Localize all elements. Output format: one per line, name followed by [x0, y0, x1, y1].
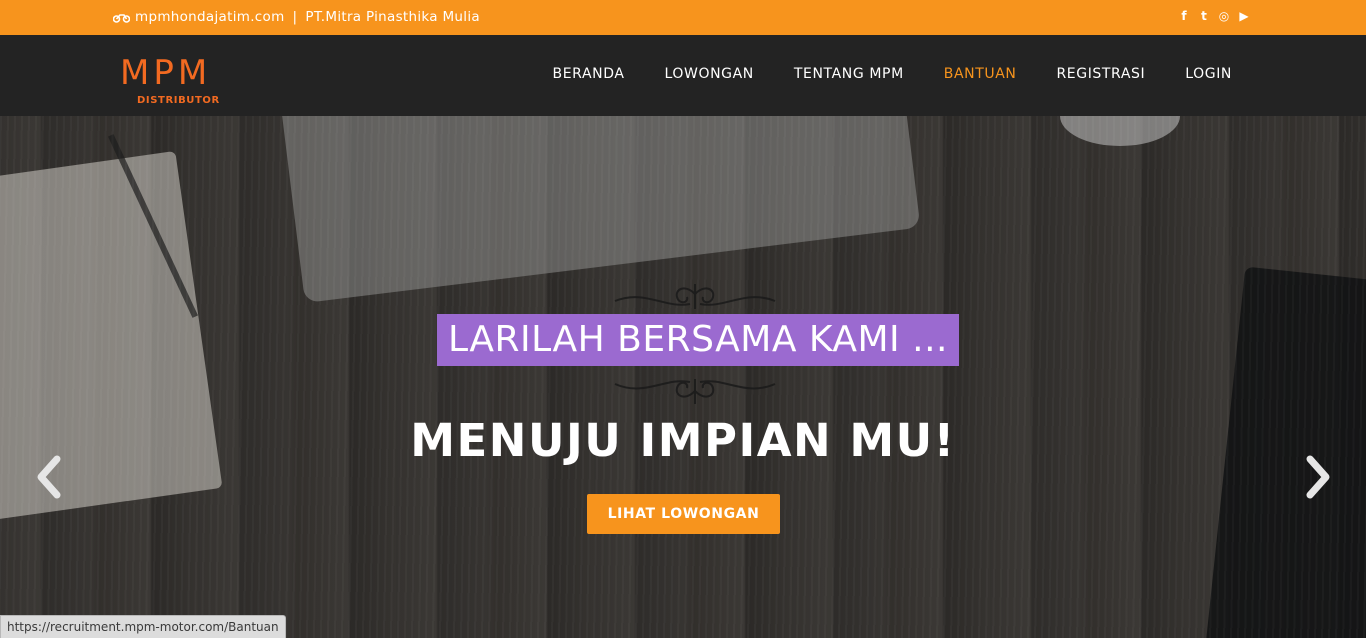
hero-tagline: LARILAH BERSAMA KAMI ...: [437, 314, 959, 366]
main-navbar: MPM DISTRIBUTOR BERANDA LOWONGAN TENTANG…: [0, 35, 1366, 116]
hero-headline: MENUJU IMPIAN MU!: [410, 414, 956, 467]
logo-text: MPM: [120, 53, 212, 93]
nav-item-login[interactable]: LOGIN: [1185, 66, 1232, 82]
lihat-lowongan-button[interactable]: LIHAT LOWONGAN: [587, 494, 780, 534]
nav-item-bantuan[interactable]: BANTUAN: [944, 66, 1017, 82]
nav-item-tentang-mpm[interactable]: TENTANG MPM: [794, 66, 904, 82]
top-info-left: mpmhondajatim.com | PT.Mitra Pinasthika …: [113, 9, 480, 25]
browser-status-url: https://recruitment.mpm-motor.com/Bantua…: [0, 615, 286, 638]
logo-subtext: DISTRIBUTOR: [137, 95, 220, 106]
company-name: PT.Mitra Pinasthika Mulia: [305, 9, 480, 25]
nav-menu: BERANDA LOWONGAN TENTANG MPM BANTUAN REG…: [553, 66, 1232, 82]
motorcycle-icon: [113, 13, 130, 23]
nav-item-beranda[interactable]: BERANDA: [553, 66, 625, 82]
chevron-left-icon[interactable]: [33, 453, 67, 501]
top-info-bar: mpmhondajatim.com | PT.Mitra Pinasthika …: [0, 0, 1366, 35]
youtube-icon[interactable]: ▶: [1238, 9, 1250, 23]
social-links: f t ◎ ▶: [1178, 9, 1250, 23]
twitter-icon[interactable]: t: [1198, 9, 1210, 23]
nav-item-lowongan[interactable]: LOWONGAN: [665, 66, 754, 82]
top-separator: |: [292, 9, 298, 25]
instagram-icon[interactable]: ◎: [1218, 9, 1230, 23]
site-domain: mpmhondajatim.com: [135, 9, 285, 25]
chevron-right-icon[interactable]: [1300, 453, 1334, 501]
mpm-logo[interactable]: MPM DISTRIBUTOR: [120, 53, 238, 109]
hero-slider: LARILAH BERSAMA KAMI ... MENUJU IMPIAN M…: [0, 116, 1366, 638]
facebook-icon[interactable]: f: [1178, 9, 1190, 23]
nav-item-registrasi[interactable]: REGISTRASI: [1056, 66, 1145, 82]
